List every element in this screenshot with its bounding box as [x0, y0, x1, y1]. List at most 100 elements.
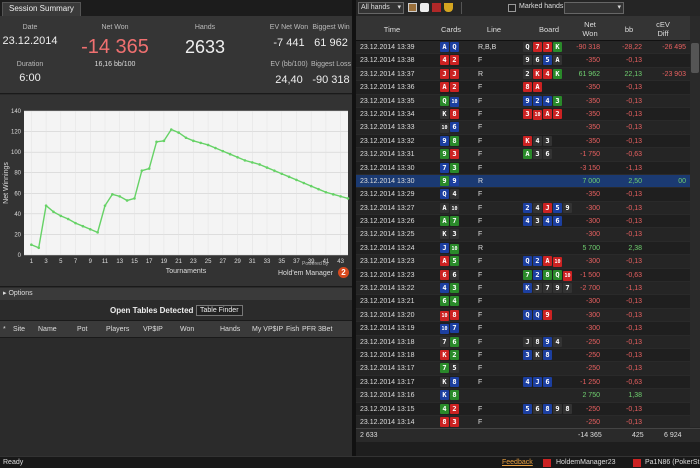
y-tick-label: 20: [14, 232, 21, 238]
hand-bb: -0,63: [626, 151, 642, 159]
data-point: [147, 167, 151, 170]
table-row[interactable]: 23.12.2014 13:27 A 10 F 2 4 J 5 9 -300 -0,13: [356, 201, 700, 216]
hole-cards: 66: [440, 269, 460, 280]
table-row[interactable]: 23.12.2014 13:24 J 10 R 5 700 2,38: [356, 241, 700, 256]
evbb-value: 24,40: [275, 74, 303, 86]
col-board[interactable]: Board: [521, 25, 577, 34]
table-row[interactable]: 23.12.2014 13:18 7 6 F J 8 9 4 -250 -0,13: [356, 335, 700, 349]
table-row[interactable]: 23.12.2014 13:38 4 2 F 9 6 5 A -350 -0,13: [356, 54, 700, 68]
summary-net: -14 365: [578, 432, 602, 439]
tab-bar: Session Summary: [0, 0, 352, 16]
table-row[interactable]: 23.12.2014 13:19 10 7 F -300 -0,13: [356, 322, 700, 336]
table-row[interactable]: 23.12.2014 13:18 K 2 F 3 K 8 -250 -0,13: [356, 348, 700, 363]
hand-time: 23.12.2014 13:19: [360, 325, 415, 333]
open-tables-col[interactable]: PFR: [302, 326, 316, 333]
open-tables-col[interactable]: Site: [13, 326, 25, 333]
marked-hands-select[interactable]: ▾: [564, 2, 624, 14]
hand-time: 23.12.2014 13:23: [360, 271, 415, 279]
table-row[interactable]: 23.12.2014 13:39 A Q R,B,B Q 7 J K -90 318 -28,22…: [356, 41, 700, 55]
table-row[interactable]: 23.12.2014 13:29 Q 4 F -350 -0,13: [356, 188, 700, 202]
table-row[interactable]: 23.12.2014 13:21 6 4 F -300 -0,13: [356, 295, 700, 309]
card: A: [543, 108, 552, 119]
hands-summary-row: 2 633 -14 365 425 6 924: [356, 428, 700, 442]
open-tables-col[interactable]: My VP$IP: [252, 326, 283, 333]
dice-icon[interactable]: [420, 3, 429, 12]
col-net-won[interactable]: Net Won: [576, 20, 604, 38]
hand-cev-diff: -26 495: [662, 44, 686, 51]
hand-bb: -0,13: [626, 218, 642, 226]
col-time[interactable]: Time: [356, 25, 428, 34]
hands-scrollbar[interactable]: [690, 41, 700, 427]
data-point: [280, 172, 284, 176]
table-row[interactable]: 23.12.2014 13:34 K 8 F 3 10 A 2 -350 -0,13: [356, 107, 700, 122]
hand-time: 23.12.2014 13:36: [360, 84, 415, 92]
col-cards[interactable]: Cards: [434, 25, 468, 34]
hand-line: F: [478, 405, 483, 413]
hole-cards: 83: [440, 416, 460, 427]
open-tables-col[interactable]: *: [3, 326, 6, 333]
table-row[interactable]: 23.12.2014 13:17 7 5 F -250 -0,13: [356, 362, 700, 376]
table-row[interactable]: 23.12.2014 13:33 10 6 F -350 -0,13: [356, 121, 700, 135]
trophy-icon[interactable]: [444, 3, 453, 12]
table-row[interactable]: 23.12.2014 13:31 9 3 F A 3 6 -1 750 -0,63: [356, 148, 700, 162]
table-row[interactable]: 23.12.2014 13:23 A 5 F Q 2 A 10 -300 -0,13: [356, 255, 700, 269]
hand-line: F: [478, 57, 483, 65]
open-tables-col[interactable]: Players: [106, 326, 129, 333]
hole-cards: K8: [440, 108, 460, 119]
card: 6: [450, 336, 459, 347]
table-row[interactable]: 23.12.2014 13:17 K 8 F 4 J 6 -1 250 -0,63: [356, 375, 700, 390]
filter-icon[interactable]: [408, 3, 417, 12]
table-row[interactable]: 23.12.2014 13:20 10 8 F Q Q 9 -300 -0,13: [356, 308, 700, 323]
hole-cards: JJ: [440, 68, 460, 79]
hand-net-won: -350: [585, 110, 600, 118]
hand-net-won: -350: [585, 57, 600, 65]
open-tables-col[interactable]: Name: [38, 326, 57, 333]
hands-filter-select[interactable]: All hands ▾: [358, 2, 404, 14]
table-row[interactable]: 23.12.2014 13:35 Q 10 F 9 2 4 3 -350 -0,13: [356, 94, 700, 108]
table-row[interactable]: 23.12.2014 13:30 9 9 R 7 000 2,50 00: [356, 174, 700, 189]
open-tables-col[interactable]: VP$IP: [143, 326, 163, 333]
card: 2: [533, 95, 542, 106]
table-row[interactable]: 23.12.2014 13:37 J J R 2 K 4 K 61 962 22,13 -23 90…: [356, 67, 700, 82]
open-tables-col[interactable]: Pot: [77, 326, 88, 333]
tab-session-summary[interactable]: Session Summary: [2, 2, 81, 16]
col-cev-diff[interactable]: cEV Diff: [650, 20, 676, 38]
options-bar[interactable]: ▸ Options: [0, 288, 352, 300]
table-row[interactable]: 23.12.2014 13:36 A 2 F 8 A -350 -0,13: [356, 81, 700, 95]
table-row[interactable]: 23.12.2014 13:23 6 6 F 7 2 8 Q 10 -1 500 -0,63: [356, 268, 700, 283]
date-value: 23.12.2014: [2, 35, 58, 47]
open-tables-col[interactable]: Won: [180, 326, 194, 333]
scrollbar-thumb[interactable]: [691, 43, 699, 73]
hand-net-won: -350: [585, 84, 600, 92]
open-tables-col[interactable]: 3Bet: [318, 326, 332, 333]
table-row[interactable]: 23.12.2014 13:15 4 2 F 5 6 8 9 8 -250 -0,13: [356, 402, 700, 416]
open-tables-col[interactable]: Fish: [286, 326, 299, 333]
data-point: [177, 131, 180, 134]
card: J: [440, 68, 449, 79]
card: A: [440, 202, 449, 213]
hand-net-won: -300: [585, 258, 600, 266]
table-row[interactable]: 23.12.2014 13:30 7 3 F -3 150 -1,13: [356, 161, 700, 175]
card: 4: [543, 95, 552, 106]
card: 4: [450, 296, 459, 307]
table-row[interactable]: 23.12.2014 13:22 4 3 F K J 7 9 7 -2 700 -1,13: [356, 282, 700, 296]
hand-bb: -0,13: [626, 231, 642, 239]
open-tables-col[interactable]: Hands: [220, 326, 240, 333]
card: 5: [543, 55, 552, 66]
col-bb[interactable]: bb: [614, 25, 644, 34]
hand-net-won: -90 318: [576, 44, 600, 51]
hands-filter-value: All hands: [361, 4, 390, 11]
table-finder-button[interactable]: Table Finder: [196, 305, 243, 316]
table-row[interactable]: 23.12.2014 13:32 9 8 F K 4 3 -350 -0,13: [356, 134, 700, 149]
hand-time: 23.12.2014 13:23: [360, 258, 415, 266]
table-row[interactable]: 23.12.2014 13:25 K 3 F -300 -0,13: [356, 228, 700, 242]
table-row[interactable]: 23.12.2014 13:26 A 7 F 4 3 4 6 -300 -0,13: [356, 215, 700, 229]
marked-hands-checkbox[interactable]: [508, 4, 516, 12]
col-line[interactable]: Line: [474, 25, 514, 34]
book-icon[interactable]: [432, 3, 441, 12]
hole-cards: K3: [440, 229, 460, 240]
chevron-down-icon: ▾: [617, 4, 621, 11]
card: 4: [533, 202, 542, 213]
table-row[interactable]: 23.12.2014 13:16 K 8 2 750 1,38: [356, 389, 700, 403]
feedback-link[interactable]: Feedback: [502, 459, 533, 466]
